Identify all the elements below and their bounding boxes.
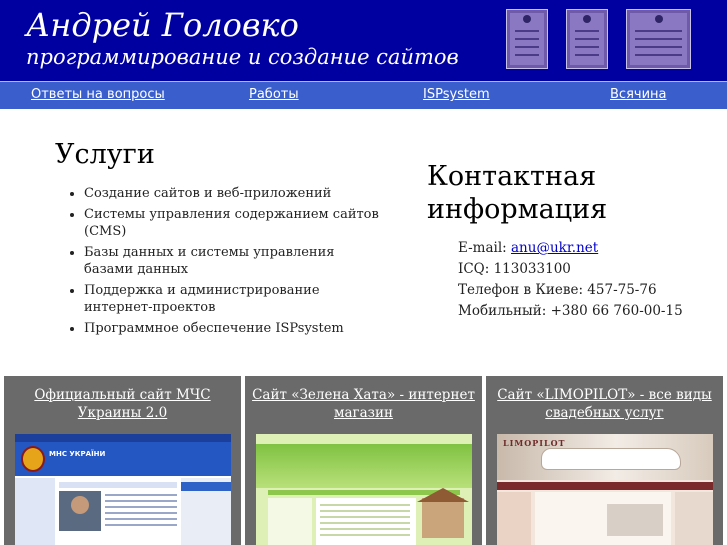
site-subtitle: программирование и создание сайтов [26,45,459,69]
main-nav: Ответы на вопросы Работы ISPsystem Всячи… [0,81,727,109]
services-heading: Услуги [55,139,155,170]
screenshot-logo-text: LIMOPILOT [503,438,566,448]
phone-line: Телефон в Киеве: 457-75-76 [458,282,657,298]
email-link[interactable]: anu@ukr.net [511,240,598,256]
services-list: Создание сайтов и веб-приложений Системы… [64,185,384,341]
emblem-icon [21,446,45,472]
list-item: Системы управления содержанием сайтов (C… [84,206,384,240]
nav-item-misc[interactable]: Всячина [610,87,666,103]
contact-info: E-mail: anu@ukr.net ICQ: 113033100 Телеф… [458,238,683,322]
nav-item-works[interactable]: Работы [249,87,299,103]
portfolio-card-limopilot: Сайт «LIMOPILOT» - все виды свадебных ус… [486,376,723,545]
email-label: E-mail: [458,240,507,256]
portfolio-screenshot-zelena-hata[interactable] [256,434,472,545]
list-item: Базы данных и системы управления базами … [84,244,384,278]
list-item: Программное обеспечение ISPsystem [84,320,384,337]
portfolio-link-zelena-hata[interactable]: Сайт «Зелена Хата» - интернет магазин [251,386,476,422]
portfolio-card-zelena-hata: Сайт «Зелена Хата» - интернет магазин [245,376,482,545]
icq-line: ICQ: 113033100 [458,261,571,277]
portfolio-screenshot-mchs[interactable]: МНС УКРАЇНИ [15,434,231,545]
site-header: Андрей Головко программирование и создан… [0,0,727,81]
email-line: E-mail: anu@ukr.net [458,238,683,259]
nav-item-ispsystem[interactable]: ISPsystem [423,87,490,103]
limousine-icon [541,448,681,470]
mobile-line: Мобильный: +380 66 760-00-15 [458,303,683,319]
site-title: Андрей Головко [26,6,299,44]
list-item: Создание сайтов и веб-приложений [84,185,384,202]
certificate-icon[interactable] [626,9,691,69]
portfolio-link-mchs[interactable]: Официальный сайт МЧС Украины 2.0 [10,386,235,422]
list-item: Поддержка и администрирование интернет-п… [84,282,384,316]
contact-heading: Контактная информация [427,161,608,225]
nav-item-answers[interactable]: Ответы на вопросы [31,87,165,103]
portfolio-link-limopilot[interactable]: Сайт «LIMOPILOT» - все виды свадебных ус… [492,386,717,422]
certificate-icon[interactable] [506,9,548,69]
certificate-icon[interactable] [566,9,608,69]
portfolio-screenshot-limopilot[interactable]: LIMOPILOT [497,434,713,545]
house-icon [422,498,464,538]
portfolio-card-mchs: Официальный сайт МЧС Украины 2.0 МНС УКР… [4,376,241,545]
screenshot-logo-text: МНС УКРАЇНИ [49,450,106,458]
